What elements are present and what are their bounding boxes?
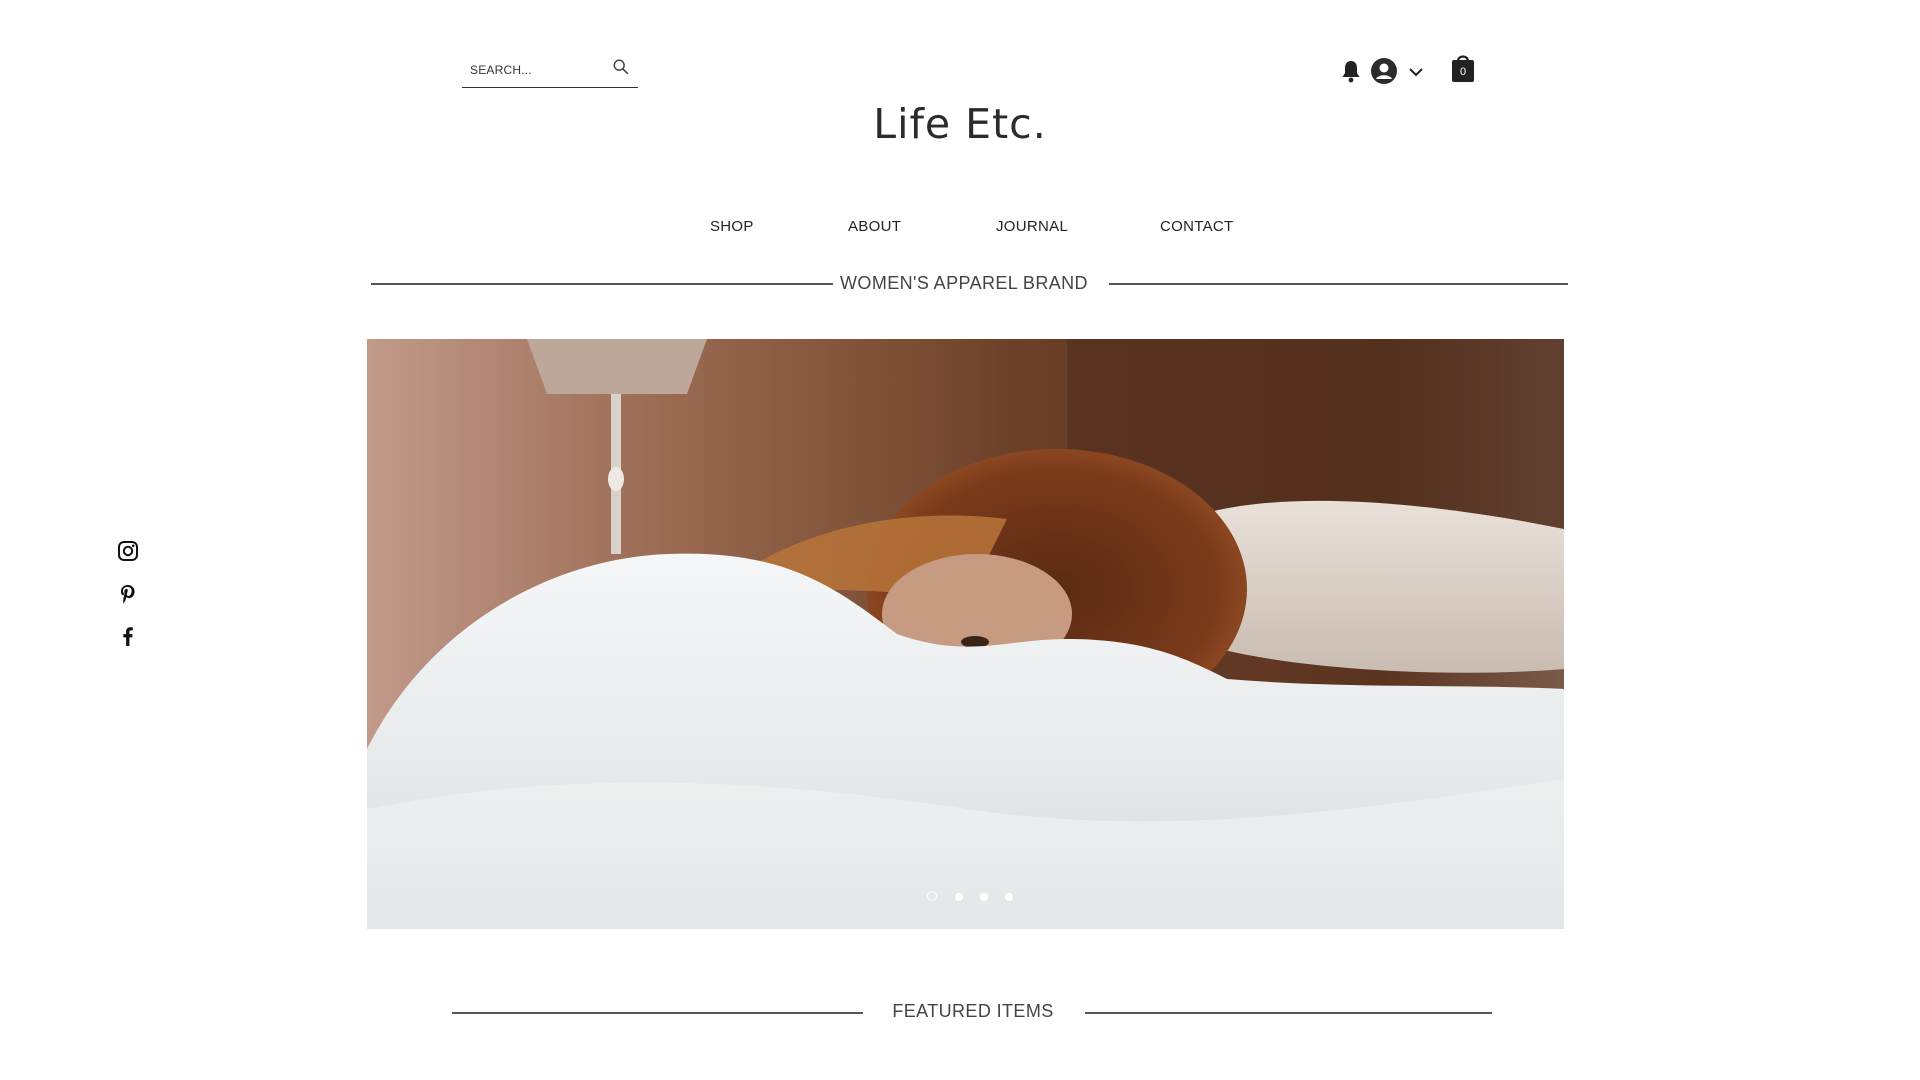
nav-item-shop[interactable]: SHOP	[710, 218, 754, 235]
site-logo[interactable]: Life Etc.	[760, 100, 1160, 148]
account-avatar-icon[interactable]	[1370, 57, 1398, 85]
tagline-heading: WOMEN'S APPAREL BRAND	[840, 273, 1088, 293]
slide-dot-active[interactable]	[927, 891, 937, 901]
hero-slideshow[interactable]	[367, 339, 1564, 929]
slideshow-dots	[0, 890, 1920, 904]
facebook-icon[interactable]	[117, 625, 139, 647]
divider-line	[452, 1012, 863, 1014]
nav-item-journal[interactable]: JOURNAL	[996, 218, 1068, 235]
divider-line	[371, 283, 833, 285]
search-bar[interactable]	[462, 52, 638, 88]
divider-line	[1085, 1012, 1492, 1014]
cart-button[interactable]: 0	[1450, 51, 1476, 83]
slide-dot[interactable]	[980, 893, 988, 901]
slide-dot[interactable]	[955, 893, 963, 901]
search-input[interactable]	[468, 58, 612, 82]
nav-item-about[interactable]: ABOUT	[848, 218, 901, 235]
search-icon[interactable]	[612, 58, 630, 76]
cart-count: 0	[1459, 66, 1467, 78]
nav-item-contact[interactable]: CONTACT	[1160, 218, 1233, 235]
slide-dot[interactable]	[1005, 893, 1013, 901]
hero-image	[367, 339, 1564, 929]
featured-heading: FEATURED ITEMS	[892, 1001, 1054, 1021]
pinterest-icon[interactable]	[117, 583, 139, 605]
chevron-down-icon[interactable]	[1408, 66, 1424, 78]
instagram-icon[interactable]	[117, 540, 139, 562]
divider-line	[1109, 283, 1568, 285]
bell-icon[interactable]	[1340, 59, 1362, 83]
